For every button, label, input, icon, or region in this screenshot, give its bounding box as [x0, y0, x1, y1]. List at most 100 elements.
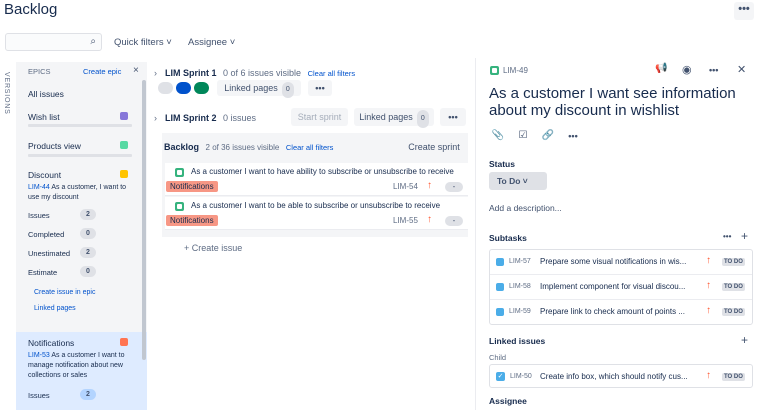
start-sprint-button[interactable]: Start sprint — [291, 108, 348, 126]
issue-summary: As a customer I want to have ability to … — [191, 167, 454, 176]
epic-item-wish-list[interactable]: Wish list — [28, 112, 60, 122]
clear-filters-link[interactable]: Clear all filters — [308, 69, 356, 78]
avatar[interactable] — [176, 82, 191, 94]
epics-panel: EPICS Create epic × All issues Wish list… — [16, 62, 147, 410]
checklist-icon[interactable]: ☑ — [514, 127, 532, 145]
checkbox-icon: ✓ — [496, 372, 505, 381]
create-issue-in-epic-link[interactable]: Create issue in epic — [34, 289, 95, 296]
epic-color-swatch[interactable] — [120, 141, 128, 149]
avatar[interactable] — [158, 82, 173, 94]
epic-name: Notifications — [28, 338, 75, 348]
backlog-header: Backlog 2 of 36 issues visible Clear all… — [164, 142, 333, 152]
subtask-key[interactable]: LIM-57 — [509, 258, 531, 265]
sprint-name: LIM Sprint 2 — [165, 113, 217, 123]
search-input[interactable]: ⌕ — [5, 33, 102, 51]
epic-lozenge: Notifications — [166, 215, 218, 226]
epic-key[interactable]: LIM-44 — [28, 184, 50, 191]
subtask-key[interactable]: LIM-58 — [509, 283, 531, 290]
watch-icon[interactable]: ◉ — [682, 63, 692, 76]
sprint-more-button[interactable]: ••• — [440, 108, 466, 126]
issue-key[interactable]: LIM-55 — [393, 216, 418, 225]
backlog-issue-row[interactable]: As a customer I want to be able to subsc… — [165, 197, 468, 230]
header-more-button[interactable]: ••• — [734, 2, 754, 20]
clear-filters-link[interactable]: Clear all filters — [286, 143, 334, 152]
subtask-row[interactable]: LIM-58 Implement component for visual di… — [490, 275, 752, 300]
chevron-right-icon[interactable]: › — [154, 113, 157, 123]
subtask-summary: Prepare link to check amount of points .… — [540, 307, 685, 316]
avatar[interactable] — [194, 82, 209, 94]
status-badge[interactable]: TO DO — [722, 373, 745, 381]
close-icon[interactable]: ✕ — [737, 63, 746, 76]
more-actions-icon[interactable]: ••• — [564, 127, 582, 145]
subtask-key[interactable]: LIM-59 — [509, 308, 531, 315]
sprint-1-header[interactable]: LIM Sprint 1 0 of 6 issues visible Clear… — [165, 68, 355, 78]
create-issue-button[interactable]: + Create issue — [184, 243, 242, 253]
stat-label: Issues — [28, 391, 50, 400]
epic-color-swatch[interactable] — [120, 170, 128, 178]
subtasks-more-icon[interactable]: ••• — [723, 232, 731, 241]
sprint-visible-count: 0 of 6 issues visible — [223, 68, 302, 78]
link-icon[interactable]: 🔗 — [539, 127, 557, 145]
status-dropdown[interactable]: To Do ˅ — [489, 172, 547, 190]
epic-description: LIM-44 As a customer, I want to use my d… — [28, 183, 134, 203]
epic-color-swatch[interactable] — [120, 112, 128, 120]
epic-description: LIM-53 As a customer I want to manage no… — [28, 351, 134, 381]
estimate-badge[interactable]: - — [445, 216, 463, 226]
stat-value: 2 — [80, 209, 96, 220]
issue-key[interactable]: LIM-49 — [503, 66, 528, 75]
create-sprint-button[interactable]: Create sprint — [403, 138, 465, 156]
subtask-icon — [496, 308, 504, 316]
subtask-row[interactable]: LIM-59 Prepare link to check amount of p… — [490, 300, 752, 325]
epic-key[interactable]: LIM-53 — [28, 352, 50, 359]
announce-icon[interactable]: 📢 — [655, 63, 667, 74]
linked-pages-button[interactable]: Linked pages 0 — [217, 80, 301, 98]
close-icon[interactable]: × — [133, 65, 139, 76]
add-linked-issue-icon[interactable]: + — [741, 333, 748, 347]
assignee-dropdown[interactable]: Assignee ˅ — [188, 37, 235, 48]
all-issues-item[interactable]: All issues — [28, 89, 64, 99]
linked-issue-key[interactable]: LIM-50 — [510, 373, 532, 380]
chevron-right-icon[interactable]: › — [154, 68, 157, 78]
estimate-badge[interactable]: - — [445, 182, 463, 192]
panel-divider — [475, 58, 476, 410]
more-icon[interactable]: ••• — [709, 65, 718, 75]
stat-label: Issues — [28, 211, 50, 220]
backlog-issue-row[interactable]: As a customer I want to have ability to … — [165, 163, 468, 196]
linked-pages-label: Linked pages — [359, 112, 413, 122]
attach-icon[interactable]: 📎 — [489, 127, 507, 145]
status-label: Status — [489, 159, 515, 169]
sprint-name: LIM Sprint 1 — [165, 68, 217, 78]
priority-high-icon: ↑ — [706, 305, 711, 316]
stat-value: 2 — [80, 247, 96, 258]
status-badge[interactable]: TO DO — [722, 258, 745, 266]
add-description-field[interactable]: Add a description... — [489, 203, 562, 213]
versions-tab[interactable]: VERSIONS — [3, 72, 10, 115]
sprint-more-button[interactable]: ••• — [308, 80, 332, 96]
priority-high-icon: ↑ — [706, 370, 711, 381]
epic-color-swatch[interactable] — [120, 338, 128, 346]
epic-item-products-view[interactable]: Products view — [28, 141, 81, 151]
quick-filters-dropdown[interactable]: Quick filters ˅ — [114, 37, 172, 48]
subtasks-list: LIM-57 Prepare some visual notifications… — [489, 249, 753, 325]
epics-heading: EPICS — [28, 67, 51, 76]
sprint-2-header[interactable]: LIM Sprint 2 0 issues — [165, 113, 256, 123]
issue-title[interactable]: As a customer I want see information abo… — [489, 85, 739, 119]
backlog-name: Backlog — [164, 142, 200, 152]
epic-item-notifications[interactable]: Notifications LIM-53 As a customer I wan… — [16, 332, 147, 410]
epics-scrollbar[interactable] — [142, 80, 146, 360]
epic-item-discount[interactable]: Discount — [28, 170, 61, 180]
issue-key[interactable]: LIM-54 — [393, 182, 418, 191]
linked-pages-label: Linked pages — [224, 83, 278, 93]
page-title: Backlog — [4, 1, 58, 18]
search-icon: ⌕ — [90, 36, 96, 47]
create-epic-link[interactable]: Create epic — [83, 67, 121, 76]
linked-pages-button[interactable]: Linked pages 0 — [354, 108, 434, 128]
status-badge[interactable]: TO DO — [722, 283, 745, 291]
add-subtask-icon[interactable]: + — [741, 229, 748, 243]
linked-issues-label: Linked issues — [489, 336, 546, 346]
linked-issue-row[interactable]: ✓ LIM-50 Create info box, which should n… — [489, 364, 753, 388]
subtask-row[interactable]: LIM-57 Prepare some visual notifications… — [490, 250, 752, 275]
status-badge[interactable]: TO DO — [722, 308, 745, 316]
backlog-visible-count: 2 of 36 issues visible — [205, 143, 280, 152]
linked-pages-link[interactable]: Linked pages — [34, 305, 76, 312]
